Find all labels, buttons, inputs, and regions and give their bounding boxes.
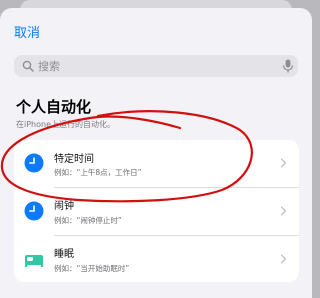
bed-icon: [25, 255, 43, 267]
trigger-title: 睡眠: [54, 249, 74, 260]
trigger-subtitle: 例如：“闹钟停止时”: [54, 216, 122, 225]
trigger-list: 特定时间 例如：“上午8点，工作日” 闹钟 例如：“闹钟停止时” 睡眠 例如：“…: [14, 140, 299, 282]
trigger-subtitle: 例如：“上午8点，工作日”: [54, 168, 142, 177]
trigger-title: 闹钟: [54, 201, 74, 212]
search-icon: [22, 60, 34, 72]
trigger-row-alarm[interactable]: 闹钟 例如：“闹钟停止时”: [14, 188, 299, 235]
automation-sheet: 取消 个人自动化 在iPhone上运行的自动化。 特定时间 例如：“上午8点，工…: [0, 8, 312, 298]
chevron-right-icon: [280, 206, 287, 216]
chevron-right-icon: [280, 158, 287, 168]
chevron-right-icon: [280, 254, 287, 264]
microphone-icon[interactable]: [282, 59, 294, 73]
trigger-row-time-of-day[interactable]: 特定时间 例如：“上午8点，工作日”: [14, 140, 299, 187]
trigger-subtitle: 例如：“当开始助眠时”: [54, 264, 130, 273]
section-title: 个人自动化: [16, 98, 92, 116]
trigger-row-sleep[interactable]: 睡眠 例如：“当开始助眠时”: [14, 236, 299, 282]
section-subtitle: 在iPhone上运行的自动化。: [16, 120, 116, 129]
alarm-clock-icon: [24, 201, 44, 221]
search-bar[interactable]: [14, 55, 298, 77]
trigger-title: 特定时间: [54, 154, 94, 165]
search-input[interactable]: [38, 55, 268, 77]
clock-icon: [24, 153, 44, 173]
cancel-button[interactable]: 取消: [14, 22, 40, 41]
